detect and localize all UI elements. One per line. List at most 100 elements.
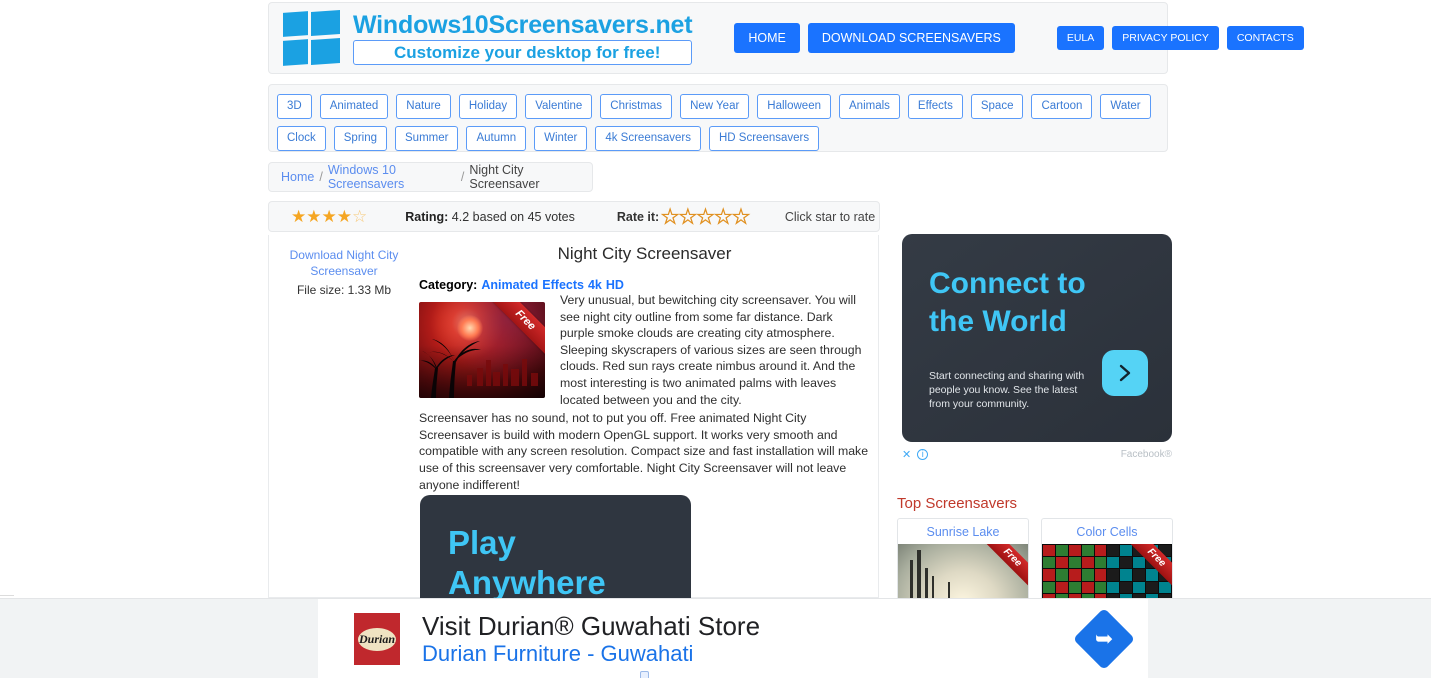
list-item[interactable]: Sunrise Lake Free bbox=[897, 518, 1029, 598]
category-tag-4k-screensavers[interactable]: 4k Screensavers bbox=[595, 126, 701, 151]
category-line: Category: Animated Effects 4k HD bbox=[419, 278, 870, 292]
free-ribbon: Free bbox=[978, 544, 1028, 592]
breadcrumb-separator-2: / bbox=[460, 170, 465, 184]
category-tag-cartoon[interactable]: Cartoon bbox=[1031, 94, 1093, 119]
ad-play-headline-line2: Anywhere bbox=[448, 564, 606, 598]
category-tag-autumn[interactable]: Autumn bbox=[466, 126, 527, 151]
category-tag-halloween[interactable]: Halloween bbox=[757, 94, 831, 119]
breadcrumb-home-link[interactable]: Home bbox=[281, 170, 314, 184]
screensaver-details: Night City Screensaver Category: Animated… bbox=[419, 235, 878, 493]
directions-arrow-icon[interactable]: ➥ bbox=[1072, 607, 1136, 671]
site-logo[interactable]: Windows10Screensavers.net Customize your… bbox=[283, 9, 693, 66]
color-cell bbox=[1081, 545, 1094, 557]
ad-meta-row: ✕ i Facebook® bbox=[902, 447, 1172, 461]
category-tag-clock[interactable]: Clock bbox=[277, 126, 326, 151]
category-link-animated[interactable]: Animated bbox=[481, 278, 538, 292]
rate-stars-input[interactable]: ☆☆☆☆☆ bbox=[660, 205, 751, 228]
category-tag-nature[interactable]: Nature bbox=[396, 94, 451, 119]
color-cell bbox=[1120, 557, 1133, 569]
category-tag-summer[interactable]: Summer bbox=[395, 126, 459, 151]
category-tag-spring[interactable]: Spring bbox=[333, 126, 388, 151]
nav-download-screensavers-button[interactable]: DOWNLOAD SCREENSAVERS bbox=[807, 23, 1015, 53]
bottom-ad-text: Visit Durian® Guwahati Store Durian Furn… bbox=[422, 611, 760, 668]
category-link-hd[interactable]: HD bbox=[606, 278, 624, 292]
category-tag-space[interactable]: Space bbox=[970, 94, 1024, 119]
ad-play-anywhere[interactable]: Play Anywhere bbox=[420, 495, 691, 598]
nav-contacts-button[interactable]: CONTACTS bbox=[1226, 26, 1304, 50]
rate-it-group: Rate it: ☆☆☆☆☆ bbox=[617, 205, 751, 228]
list-item[interactable]: Color Cells Free bbox=[1041, 518, 1173, 598]
description-paragraph-2: Screensaver has no sound, not to put you… bbox=[419, 411, 869, 492]
category-tag-water[interactable]: Water bbox=[1100, 94, 1151, 119]
color-cell bbox=[1068, 581, 1081, 593]
category-tag-new-year[interactable]: New Year bbox=[680, 94, 750, 119]
screensaver-thumbnail-color-cells: Free bbox=[1042, 544, 1172, 598]
screensaver-thumbnail-sunrise-lake: Free bbox=[898, 544, 1028, 598]
category-link-effects[interactable]: Effects bbox=[542, 278, 584, 292]
rating-value: 4.2 bbox=[451, 209, 470, 224]
category-tag-christmas[interactable]: Christmas bbox=[600, 94, 673, 119]
brand-text: Windows10Screensavers.net Customize your… bbox=[353, 11, 693, 65]
ad-connect-body: Start connecting and sharing with people… bbox=[929, 370, 1085, 410]
star-filled-1: ★ bbox=[291, 207, 307, 226]
ad-connect-headline: Connect to the World bbox=[929, 265, 1086, 341]
color-cell bbox=[1120, 569, 1133, 581]
breadcrumb-current: Night City Screensaver bbox=[469, 163, 540, 191]
color-cell bbox=[1043, 557, 1055, 569]
color-cell bbox=[1081, 557, 1094, 569]
nav-privacy-policy-button[interactable]: PRIVACY POLICY bbox=[1112, 26, 1219, 50]
color-cell bbox=[1068, 569, 1081, 581]
bottom-ad-bar: Durian Visit Durian® Guwahati Store Duri… bbox=[0, 598, 1431, 678]
brand-name: Windows10Screensavers.net bbox=[353, 11, 693, 40]
info-icon[interactable]: i bbox=[917, 448, 929, 460]
category-tag-winter[interactable]: Winter bbox=[534, 126, 588, 151]
durian-logo-icon: Durian bbox=[354, 613, 400, 665]
category-tag-animals[interactable]: Animals bbox=[839, 94, 900, 119]
color-cell bbox=[1133, 557, 1146, 569]
bottom-ad-subline[interactable]: Durian Furniture - Guwahati bbox=[422, 641, 760, 667]
top-screensavers-heading: Top Screensavers bbox=[897, 495, 1018, 512]
ad-connect-to-the-world[interactable]: Connect to the World Start connecting an… bbox=[902, 234, 1172, 442]
browser-viewport: Windows10Screensavers.net Customize your… bbox=[0, 0, 1431, 678]
web-page: Windows10Screensavers.net Customize your… bbox=[0, 0, 1431, 598]
category-tag-hd-screensavers[interactable]: HD Screensavers bbox=[709, 126, 820, 151]
color-cell bbox=[1146, 569, 1159, 581]
color-cell bbox=[1094, 545, 1107, 557]
color-cell bbox=[1120, 581, 1133, 593]
windows-logo-icon bbox=[283, 9, 340, 66]
rating-votes: based on 45 votes bbox=[472, 209, 575, 224]
rating-summary: Rating: 4.2 based on 45 votes bbox=[405, 210, 575, 224]
color-cell bbox=[1107, 581, 1120, 593]
color-cell bbox=[1055, 569, 1068, 581]
primary-nav: HOME DOWNLOAD SCREENSAVERS bbox=[734, 23, 1015, 53]
close-icon[interactable]: ✕ bbox=[902, 448, 911, 461]
bottom-ad-banner[interactable]: Durian Visit Durian® Guwahati Store Duri… bbox=[318, 599, 1148, 678]
category-row-1: 3D Animated Nature Holiday Valentine Christma… bbox=[277, 94, 1159, 119]
nav-home-button[interactable]: HOME bbox=[734, 23, 800, 53]
breadcrumb-section-link[interactable]: Windows 10 Screensavers bbox=[328, 163, 456, 191]
nav-eula-button[interactable]: EULA bbox=[1056, 26, 1105, 50]
star-filled-2: ★ bbox=[306, 207, 322, 226]
screensaver-thumbnail[interactable]: Free bbox=[419, 302, 545, 398]
color-cell bbox=[1094, 581, 1107, 593]
adchoices-icon[interactable] bbox=[640, 671, 649, 678]
page-title: Night City Screensaver bbox=[557, 244, 732, 263]
color-cell bbox=[1043, 569, 1055, 581]
color-cell bbox=[1055, 545, 1068, 557]
ad-attribution: Facebook® bbox=[1120, 448, 1172, 460]
category-tag-3d[interactable]: 3D bbox=[277, 94, 312, 119]
chevron-right-glyph bbox=[1119, 364, 1131, 382]
rate-hint: Click star to rate bbox=[784, 209, 876, 224]
category-tag-effects[interactable]: Effects bbox=[907, 94, 963, 119]
category-link-4k[interactable]: 4k bbox=[588, 278, 602, 292]
download-link[interactable]: Download Night City Screensaver bbox=[277, 247, 411, 279]
color-cell bbox=[1107, 557, 1120, 569]
chevron-right-icon[interactable] bbox=[1102, 350, 1148, 396]
category-tag-valentine[interactable]: Valentine bbox=[525, 94, 593, 119]
category-tag-animated[interactable]: Animated bbox=[319, 94, 389, 119]
screensaver-name: Color Cells bbox=[1076, 525, 1138, 539]
durian-logo-text: Durian bbox=[358, 627, 396, 651]
category-tag-holiday[interactable]: Holiday bbox=[458, 94, 518, 119]
download-sidebar: Download Night City Screensaver File siz… bbox=[269, 235, 419, 297]
brand-tagline: Customize your desktop for free! bbox=[353, 39, 693, 65]
